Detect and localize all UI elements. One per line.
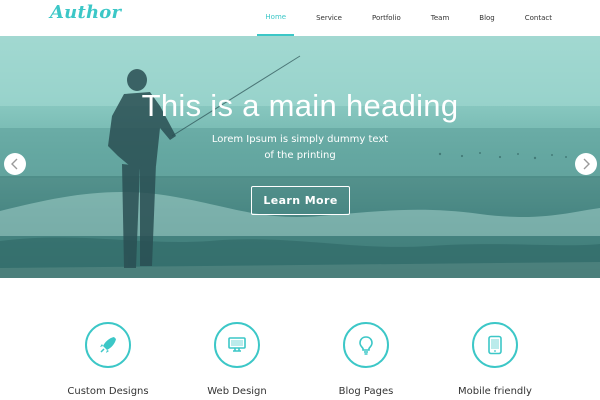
brand-logo[interactable]: Author <box>50 2 121 23</box>
nav-item-contact[interactable]: Contact <box>517 0 560 36</box>
feature-icon-circle <box>343 322 389 368</box>
nav-item-portfolio[interactable]: Portfolio <box>364 0 409 36</box>
nav-item-home[interactable]: Home <box>257 0 295 36</box>
hero-heading: This is a main heading <box>141 88 459 123</box>
feature-label: Blog Pages <box>338 386 394 397</box>
nav-item-blog[interactable]: Blog <box>471 0 502 36</box>
hero-subtitle-line1: Lorem Ipsum is simply dummy text <box>211 134 389 145</box>
chevron-right-icon <box>583 158 590 170</box>
feature-blog-pages: Blog Pages <box>301 322 431 397</box>
rocket-icon <box>100 337 116 353</box>
hero-subtitle-line2: of the printing <box>264 150 336 161</box>
feature-label: Web Design <box>207 386 267 397</box>
feature-web-design: Web Design <box>172 322 302 397</box>
nav-item-service[interactable]: Service <box>308 0 350 36</box>
top-navbar: Author Home Service Portfolio Team Blog … <box>0 0 600 36</box>
feature-icon-circle <box>85 322 131 368</box>
slider-next-button[interactable] <box>575 153 597 175</box>
slider-prev-button[interactable] <box>4 153 26 175</box>
lightbulb-icon <box>359 336 373 355</box>
feature-icon-circle <box>472 322 518 368</box>
feature-label: Custom Designs <box>67 386 149 397</box>
chevron-left-icon <box>11 158 18 170</box>
nav-item-team[interactable]: Team <box>423 0 458 36</box>
main-nav: Home Service Portfolio Team Blog Contact <box>243 0 560 36</box>
tablet-icon <box>488 335 502 355</box>
hero-subtitle: Lorem Ipsum is simply dummy text of the … <box>0 132 600 164</box>
feature-mobile-friendly: Mobile friendly <box>430 322 560 397</box>
hero-slider: This is a main heading Lorem Ipsum is si… <box>0 36 600 278</box>
features-section: Custom Designs Web Design Blog Pages Mob… <box>0 278 600 400</box>
learn-more-button[interactable]: Learn More <box>251 186 350 215</box>
feature-icon-circle <box>214 322 260 368</box>
monitor-icon <box>228 337 246 352</box>
feature-custom-designs: Custom Designs <box>43 322 173 397</box>
feature-label: Mobile friendly <box>458 386 532 397</box>
